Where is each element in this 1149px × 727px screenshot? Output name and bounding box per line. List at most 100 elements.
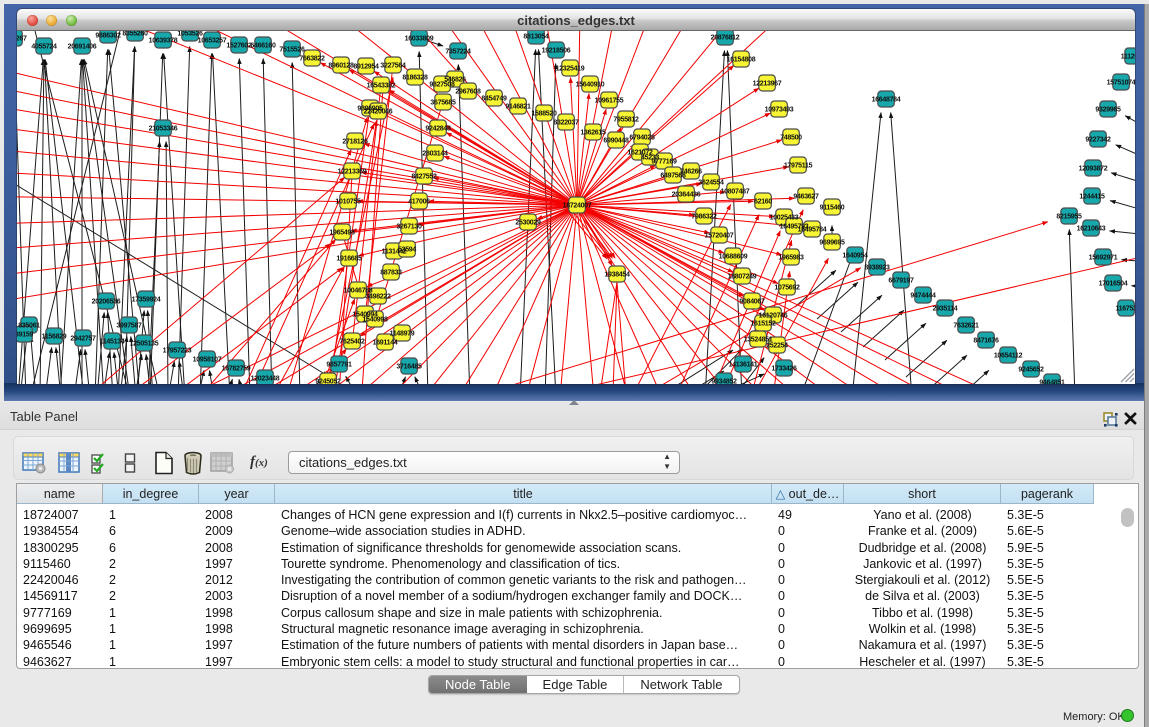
svg-text:7632621: 7632621 bbox=[953, 323, 979, 330]
svg-text:8454749: 8454749 bbox=[481, 96, 507, 103]
svg-text:1244415: 1244415 bbox=[1079, 194, 1105, 201]
svg-text:17975115: 17975115 bbox=[784, 163, 813, 170]
svg-text:16543382: 16543382 bbox=[367, 83, 396, 90]
svg-text:1916685: 1916685 bbox=[336, 256, 362, 263]
svg-text:16033809: 16033809 bbox=[405, 36, 434, 43]
svg-text:9329965: 9329965 bbox=[1095, 107, 1121, 114]
svg-text:9464851: 9464851 bbox=[1039, 380, 1065, 385]
svg-text:252254: 252254 bbox=[766, 343, 788, 350]
svg-text:18807249: 18807249 bbox=[728, 274, 757, 281]
svg-text:12213967: 12213967 bbox=[753, 81, 782, 88]
svg-text:116753: 116753 bbox=[1115, 306, 1135, 313]
svg-text:9857791: 9857791 bbox=[326, 362, 352, 369]
svg-text:16210643: 16210643 bbox=[1077, 226, 1106, 233]
svg-text:2935114: 2935114 bbox=[933, 306, 958, 313]
svg-text:15751074: 15751074 bbox=[1107, 80, 1135, 87]
svg-text:7955812: 7955812 bbox=[613, 117, 639, 124]
svg-text:1540998: 1540998 bbox=[362, 317, 388, 324]
svg-text:12213369: 12213369 bbox=[338, 169, 367, 176]
svg-text:9934852: 9934852 bbox=[711, 379, 737, 385]
svg-text:9115460: 9115460 bbox=[820, 205, 845, 212]
svg-text:1965983: 1965983 bbox=[778, 255, 804, 262]
svg-text:19218506: 19218506 bbox=[542, 48, 571, 55]
svg-text:3997587: 3997587 bbox=[116, 323, 142, 330]
svg-text:1010755: 1010755 bbox=[335, 199, 361, 206]
svg-text:1965498: 1965498 bbox=[329, 230, 355, 237]
svg-text:2718126: 2718126 bbox=[342, 139, 368, 146]
svg-text:8215955: 8215955 bbox=[1056, 214, 1082, 221]
svg-text:2942757: 2942757 bbox=[70, 336, 96, 343]
svg-text:887833: 887833 bbox=[380, 270, 402, 277]
svg-text:10653257: 10653257 bbox=[198, 38, 227, 45]
svg-text:1148979: 1148979 bbox=[390, 331, 415, 338]
svg-text:9227342: 9227342 bbox=[1085, 137, 1111, 144]
svg-text:12505135: 12505135 bbox=[130, 341, 159, 348]
svg-text:6679197: 6679197 bbox=[888, 278, 914, 285]
svg-text:2530029: 2530029 bbox=[515, 220, 541, 227]
svg-text:1640954: 1640954 bbox=[842, 253, 868, 260]
svg-text:20691406: 20691406 bbox=[68, 44, 97, 51]
svg-text:10025433: 10025433 bbox=[770, 215, 799, 222]
svg-text:20876812: 20876812 bbox=[711, 35, 740, 42]
svg-text:22420046: 22420046 bbox=[364, 109, 393, 116]
svg-text:16120746: 16120746 bbox=[759, 313, 788, 320]
svg-text:8322037: 8322037 bbox=[553, 120, 579, 127]
svg-text:17957223: 17957223 bbox=[163, 348, 192, 355]
svg-text:6466160: 6466160 bbox=[250, 43, 276, 50]
svg-text:3675685: 3675685 bbox=[430, 100, 456, 107]
svg-text:8186328: 8186328 bbox=[402, 75, 428, 82]
svg-text:9777169: 9777169 bbox=[651, 159, 677, 166]
svg-text:12023448: 12023448 bbox=[251, 376, 280, 383]
svg-text:17359924: 17359924 bbox=[132, 297, 161, 304]
svg-text:12093872: 12093872 bbox=[1079, 166, 1108, 173]
svg-text:7625402: 7625402 bbox=[339, 339, 365, 346]
svg-text:1733426: 1733426 bbox=[771, 366, 797, 373]
svg-text:7663822: 7663822 bbox=[299, 56, 325, 63]
svg-text:6497568: 6497568 bbox=[660, 173, 686, 180]
svg-text:835061: 835061 bbox=[18, 323, 40, 330]
svg-text:3498222: 3498222 bbox=[365, 294, 391, 301]
svg-text:8960128: 8960128 bbox=[328, 63, 354, 70]
svg-text:21053346: 21053346 bbox=[149, 126, 178, 133]
svg-text:9084067: 9084067 bbox=[739, 299, 765, 306]
svg-text:7357224: 7357224 bbox=[445, 49, 471, 56]
svg-text:10807487: 10807487 bbox=[721, 189, 750, 196]
svg-text:7515526: 7515526 bbox=[279, 47, 305, 54]
svg-text:10639378: 10639378 bbox=[149, 38, 178, 45]
svg-text:15692971: 15692971 bbox=[1089, 255, 1118, 262]
svg-text:9474444: 9474444 bbox=[910, 293, 936, 300]
svg-text:10688609: 10688609 bbox=[719, 254, 748, 261]
svg-text:1156829: 1156829 bbox=[42, 334, 67, 341]
svg-text:2967608: 2967608 bbox=[455, 89, 481, 96]
svg-text:3624554: 3624554 bbox=[698, 180, 724, 187]
svg-text:20364436: 20364436 bbox=[672, 192, 701, 199]
svg-text:1938454: 1938454 bbox=[604, 272, 630, 279]
svg-text:1615152: 1615152 bbox=[750, 321, 776, 328]
svg-text:20206536: 20206536 bbox=[92, 299, 121, 306]
svg-text:6794028: 6794028 bbox=[629, 135, 655, 142]
svg-text:1527602: 1527602 bbox=[226, 43, 252, 50]
svg-text:12325419: 12325419 bbox=[556, 66, 585, 73]
svg-text:10973493: 10973493 bbox=[765, 107, 794, 114]
svg-text:1942267: 1942267 bbox=[17, 36, 27, 43]
svg-text:16495784: 16495784 bbox=[798, 227, 827, 234]
svg-text:10958107: 10958107 bbox=[193, 357, 222, 364]
svg-text:1075692: 1075692 bbox=[774, 285, 800, 292]
svg-text:17016504: 17016504 bbox=[1099, 281, 1128, 288]
svg-text:4055724: 4055724 bbox=[31, 44, 57, 51]
svg-text:9886302: 9886302 bbox=[95, 33, 121, 40]
svg-text:1362615: 1362615 bbox=[580, 130, 606, 137]
svg-text:15640910: 15640910 bbox=[576, 82, 605, 89]
svg-text:10961755: 10961755 bbox=[595, 98, 624, 105]
svg-text:2803144: 2803144 bbox=[422, 151, 448, 158]
svg-text:1145134: 1145134 bbox=[100, 339, 125, 346]
svg-text:7986322: 7986322 bbox=[691, 214, 717, 221]
svg-text:10654112: 10654112 bbox=[994, 353, 1023, 360]
svg-text:3716485: 3716485 bbox=[396, 364, 422, 371]
svg-text:3267130: 3267130 bbox=[396, 224, 422, 231]
svg-text:53594: 53594 bbox=[398, 247, 416, 254]
svg-text:8355260: 8355260 bbox=[122, 31, 148, 38]
svg-text:8427552: 8427552 bbox=[411, 174, 437, 181]
svg-text:1588520: 1588520 bbox=[531, 111, 557, 118]
svg-text:8471676: 8471676 bbox=[973, 338, 999, 345]
